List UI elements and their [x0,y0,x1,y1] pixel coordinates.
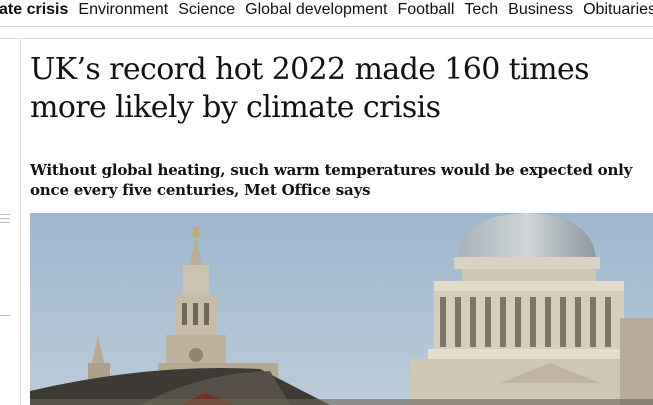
article-standfirst: Without global heating, such warm temper… [30,161,633,199]
nav-item-science[interactable]: Science [178,0,235,20]
section-nav: ate crisis Environment Science Global de… [0,0,653,26]
section-nav-list: ate crisis Environment Science Global de… [0,0,653,20]
hero-image[interactable] [30,213,653,405]
gutter-mark [0,218,10,219]
gutter-mark [0,222,10,223]
nav-item-football[interactable]: Football [397,0,454,20]
nav-item-global-development[interactable]: Global development [245,0,387,20]
nav-item-business[interactable]: Business [508,0,573,20]
content-divider [0,38,653,39]
nav-item-climate-crisis[interactable]: ate crisis [0,0,68,20]
left-gutter-rule [20,39,21,405]
nav-item-environment[interactable]: Environment [78,0,168,20]
nav-divider [0,26,653,27]
cathedral-photo-icon [30,213,653,405]
article-headline: UK’s record hot 2022 made 160 times more… [30,52,590,125]
nav-item-tech[interactable]: Tech [464,0,498,20]
nav-item-obituaries[interactable]: Obituaries [583,0,653,20]
gutter-mark [0,315,10,316]
gutter-mark [0,214,10,215]
